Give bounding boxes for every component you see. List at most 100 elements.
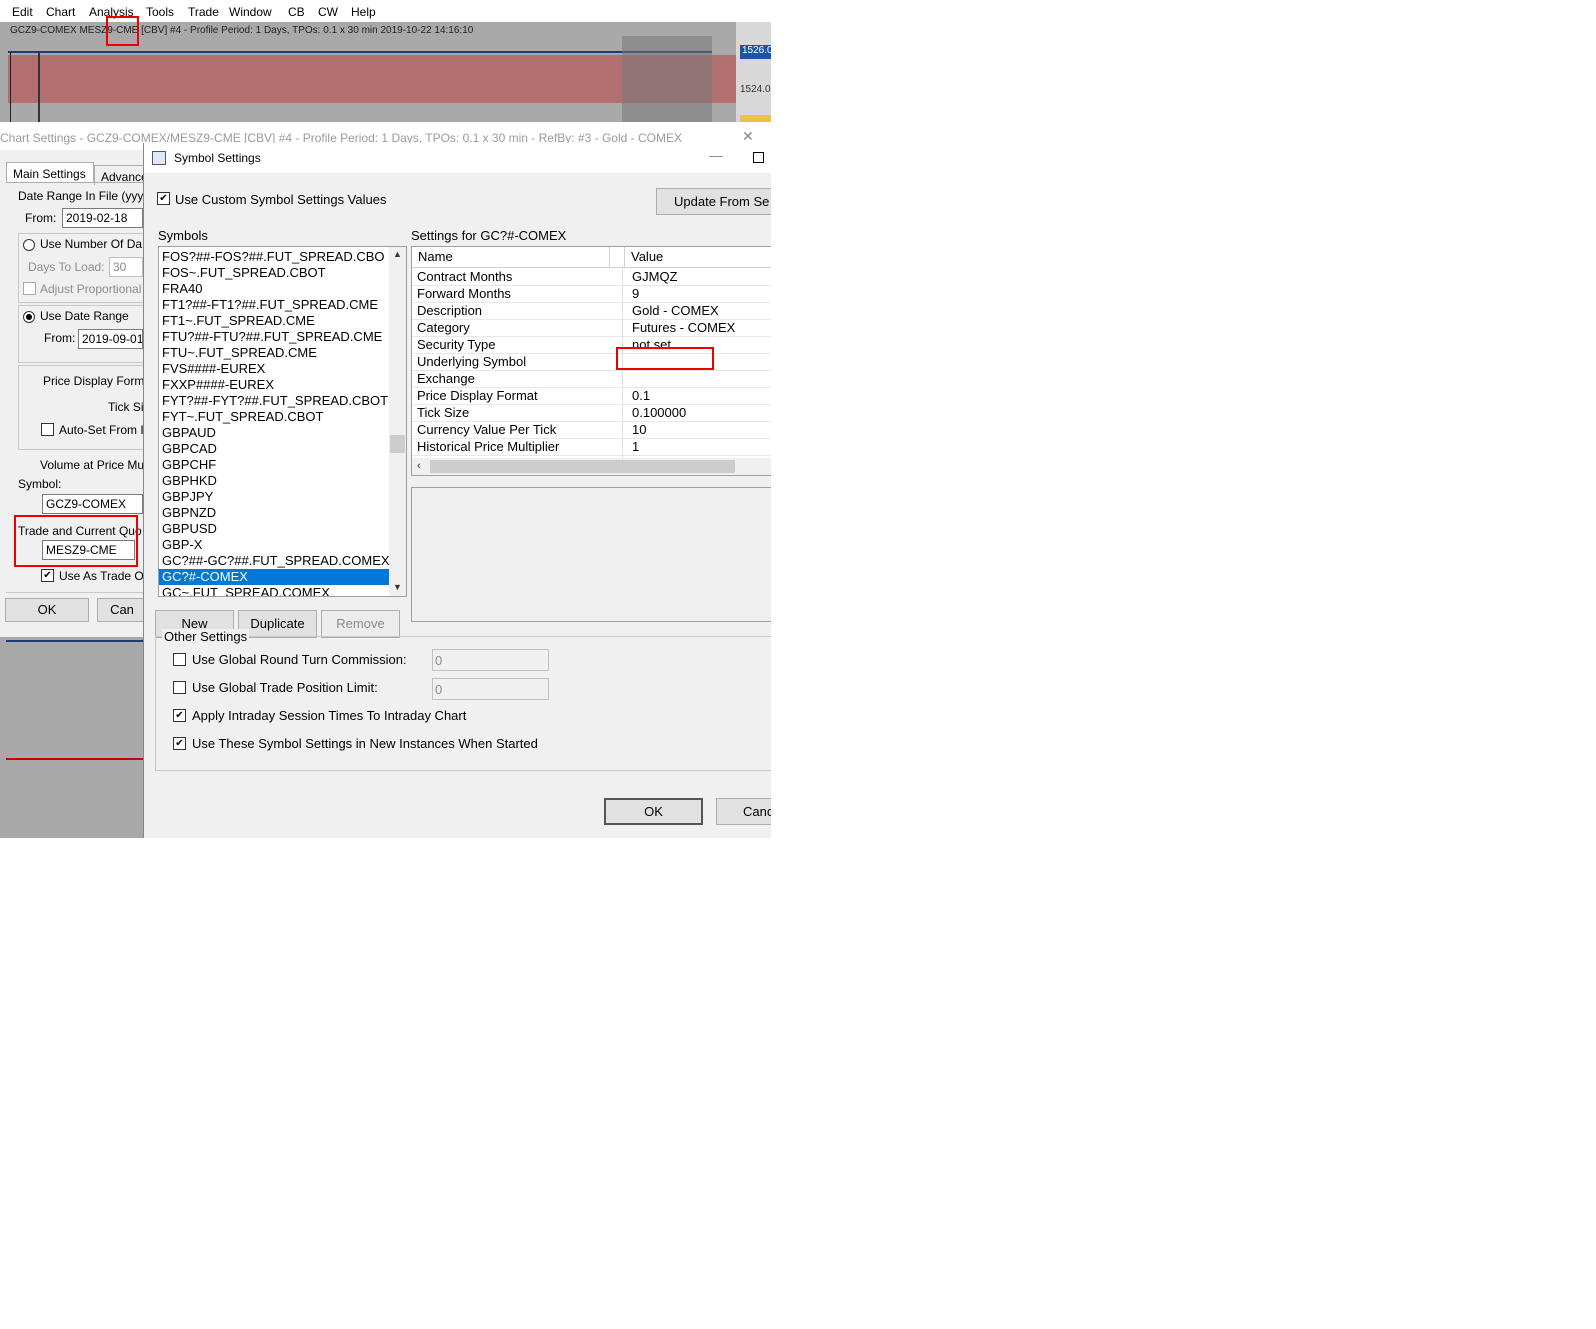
tab-main-settings[interactable]: Main Settings — [6, 162, 94, 182]
symbol-list-item[interactable]: GC?#-COMEX — [159, 569, 392, 585]
grid-cell-value[interactable]: 1 — [632, 439, 639, 454]
days-to-load-field[interactable]: 30 — [109, 257, 143, 277]
auto-set-checkbox[interactable] — [41, 423, 54, 436]
grid-row[interactable]: Security Type not set — [412, 336, 771, 354]
symbol-list-item[interactable]: GBPHKD — [162, 473, 217, 489]
grid-row[interactable]: Description Gold - COMEX — [412, 302, 771, 320]
symbol-list-item[interactable]: GBPNZD — [162, 505, 216, 521]
symbol-list-item[interactable]: GBPCHF — [162, 457, 216, 473]
scroll-thumb[interactable] — [390, 435, 405, 453]
symbol-list-item[interactable]: FVS####-EUREX — [162, 361, 265, 377]
column-header-name[interactable]: Name — [412, 247, 610, 267]
menu-window[interactable]: Window — [229, 5, 272, 19]
update-from-server-button[interactable]: Update From Se — [656, 188, 771, 215]
symbol-list-item[interactable]: GBPUSD — [162, 521, 217, 537]
symbol-list-item[interactable]: FOS~.FUT_SPREAD.CBOT — [162, 265, 326, 281]
menu-edit[interactable]: Edit — [12, 5, 33, 19]
chart-settings-ok-button[interactable]: OK — [5, 598, 89, 622]
menu-trade[interactable]: Trade — [188, 5, 219, 19]
duplicate-button[interactable]: Duplicate — [238, 610, 317, 638]
column-header-value[interactable]: Value — [625, 247, 771, 267]
menu-chart[interactable]: Chart — [46, 5, 75, 19]
maximize-icon[interactable] — [753, 152, 764, 163]
vertical-scrollbar[interactable]: ▲ ▼ — [389, 247, 406, 596]
symbol-list-item[interactable]: GBPAUD — [162, 425, 216, 441]
price-axis — [736, 22, 771, 122]
cancel-button[interactable]: Canc — [716, 798, 771, 825]
grid-cell-name: Exchange — [417, 371, 475, 386]
grid-separator — [622, 421, 623, 438]
symbol-list-item[interactable]: FYT~.FUT_SPREAD.CBOT — [162, 409, 323, 425]
minimize-icon[interactable]: — — [709, 147, 723, 163]
apply-session-checkbox[interactable]: ✔ — [173, 709, 186, 722]
grid-row[interactable]: Contract Months GJMQZ — [412, 268, 771, 286]
global-position-field[interactable]: 0 — [432, 678, 549, 700]
chevron-up-icon[interactable]: ▲ — [393, 249, 402, 259]
chevron-down-icon[interactable]: ▼ — [393, 582, 402, 592]
adjust-proportional-checkbox[interactable] — [23, 282, 36, 295]
use-custom-checkbox[interactable]: ✔ — [157, 192, 170, 205]
from2-label: From: — [44, 331, 76, 345]
dialog-title: Symbol Settings — [174, 151, 261, 165]
symbol-list-item[interactable]: FXXP####-EUREX — [162, 377, 274, 393]
grid-header: Name Value — [412, 247, 771, 268]
remove-button[interactable]: Remove — [321, 610, 400, 638]
global-commission-field[interactable]: 0 — [432, 649, 549, 671]
ok-button[interactable]: OK — [604, 798, 703, 825]
symbol-field[interactable]: GCZ9-COMEX — [42, 494, 143, 514]
global-position-checkbox[interactable] — [173, 681, 186, 694]
symbol-list-item[interactable]: FT1?##-FT1?##.FUT_SPREAD.CME — [162, 297, 378, 313]
symbol-list-item[interactable]: FTU~.FUT_SPREAD.CME — [162, 345, 317, 361]
symbol-list-item[interactable]: FOS?##-FOS?##.FUT_SPREAD.CBO — [162, 249, 385, 265]
use-as-trade-label: Use As Trade O — [59, 569, 144, 583]
grid-separator — [622, 302, 623, 319]
grid-row[interactable]: Underlying Symbol — [412, 353, 771, 371]
grid-cell-value[interactable]: GJMQZ — [632, 269, 678, 284]
grid-row[interactable]: Category Futures - COMEX — [412, 319, 771, 337]
symbols-list[interactable]: FOS?##-FOS?##.FUT_SPREAD.CBO FOS~.FUT_SPR… — [158, 246, 407, 597]
symbol-list-item[interactable]: FT1~.FUT_SPREAD.CME — [162, 313, 315, 329]
from-date-field[interactable]: 2019-02-18 — [62, 208, 143, 228]
chart-settings-cancel-button[interactable]: Can — [97, 598, 147, 622]
symbol-list-item[interactable]: GBPCAD — [162, 441, 217, 457]
symbol-list-item[interactable]: FRA40 — [162, 281, 202, 297]
use-date-range-radio[interactable] — [23, 311, 35, 323]
chevron-left-icon[interactable]: ‹ — [417, 460, 421, 472]
use-in-new-checkbox[interactable]: ✔ — [173, 737, 186, 750]
grid-cell-value[interactable]: 9 — [632, 286, 639, 301]
grid-cell-value[interactable]: 0.1 — [632, 388, 650, 403]
grid-row[interactable]: Price Display Format 0.1 — [412, 387, 771, 405]
settings-grid[interactable]: Name Value Contract Months GJMQZ Forward M… — [411, 246, 771, 476]
global-commission-checkbox[interactable] — [173, 653, 186, 666]
menu-cw[interactable]: CW — [318, 5, 338, 19]
symbol-list-item[interactable]: FTU?##-FTU?##.FUT_SPREAD.CME — [162, 329, 382, 345]
symbol-list-item[interactable]: GBPJPY — [162, 489, 213, 505]
price-display-format-label: Price Display Form — [43, 374, 145, 388]
tab-divider — [6, 182, 143, 183]
grid-cell-value[interactable]: Gold - COMEX — [632, 303, 719, 318]
grid-row[interactable]: Exchange — [412, 370, 771, 388]
from2-date-field[interactable]: 2019-09-01 — [78, 329, 143, 349]
scroll-thumb[interactable] — [430, 460, 735, 473]
symbol-list-item[interactable]: GBP-X — [162, 537, 202, 553]
symbol-list-item[interactable]: GC?##-GC?##.FUT_SPREAD.COMEX — [162, 553, 390, 569]
grid-row[interactable]: Currency Value Per Tick 10 — [412, 421, 771, 439]
use-as-trade-checkbox[interactable]: ✔ — [41, 569, 54, 582]
grid-cell-value[interactable]: 0.100000 — [632, 405, 686, 420]
menu-cb[interactable]: CB — [288, 5, 305, 19]
grid-row[interactable]: Forward Months 9 — [412, 285, 771, 303]
horizontal-scrollbar[interactable]: ‹ — [412, 458, 771, 475]
grid-row[interactable]: Tick Size 0.100000 — [412, 404, 771, 422]
menu-help[interactable]: Help — [351, 5, 376, 19]
grid-cell-value[interactable]: Futures - COMEX — [632, 320, 735, 335]
grid-cell-value[interactable]: 10 — [632, 422, 646, 437]
symbol-list-item[interactable]: GC~.FUT_SPREAD.COMEX — [162, 585, 330, 596]
symbol-list-item[interactable]: FYT?##-FYT?##.FUT_SPREAD.CBOT — [162, 393, 388, 409]
menu-tools[interactable]: Tools — [146, 5, 174, 19]
price-marker — [740, 115, 771, 122]
use-number-days-radio[interactable] — [23, 239, 35, 251]
chart-highlight-region — [622, 36, 712, 122]
other-settings-label: Other Settings — [162, 629, 250, 644]
grid-row[interactable]: Historical Price Multiplier 1 — [412, 438, 771, 456]
description-box — [411, 487, 771, 622]
